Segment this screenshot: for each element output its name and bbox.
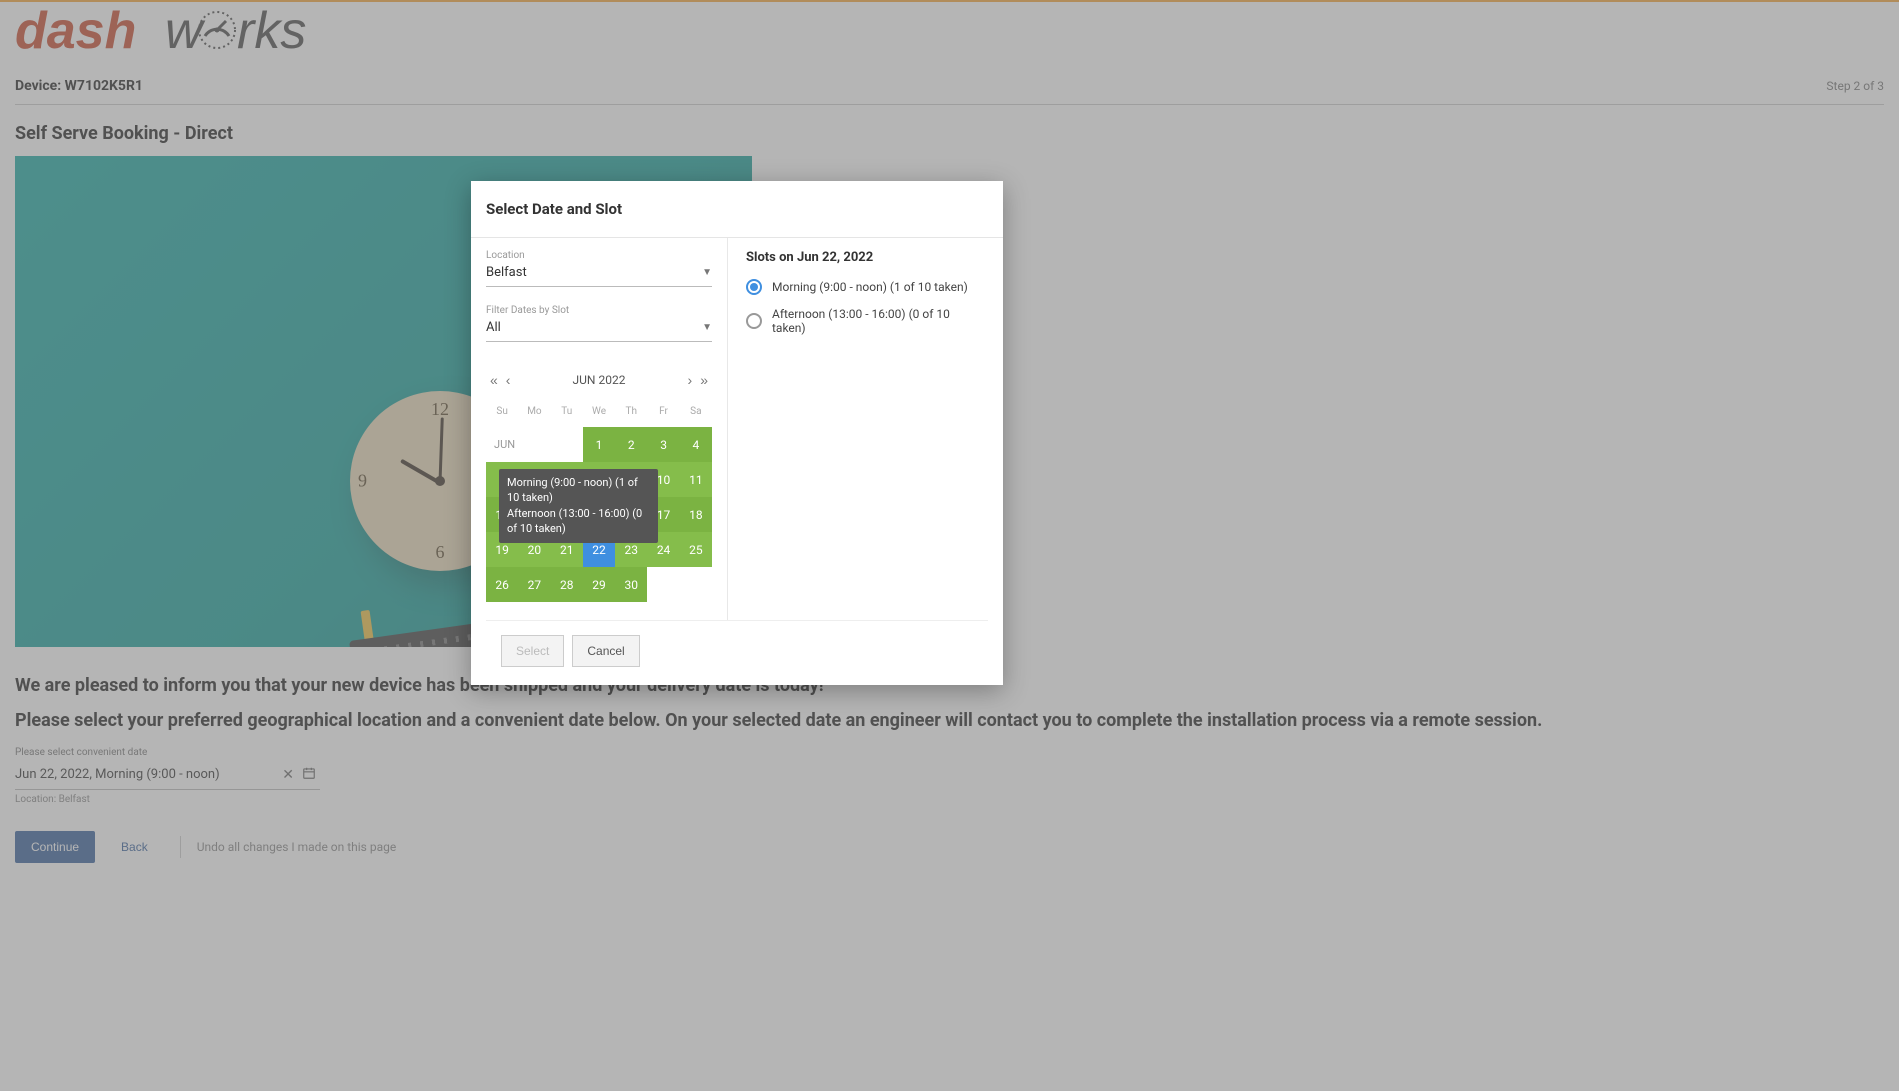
radio-icon (746, 313, 762, 329)
chevron-down-icon: ▼ (702, 267, 712, 278)
select-button[interactable]: Select (501, 635, 564, 667)
calendar-dow: Th (615, 402, 647, 427)
chevron-down-icon: ▼ (702, 322, 712, 333)
calendar-dow: Mo (518, 402, 550, 427)
modal-title: Select Date and Slot (471, 181, 1003, 238)
calendar-dow: Fr (647, 402, 679, 427)
calendar-day[interactable]: 29 (583, 567, 615, 602)
calendar-dow: We (583, 402, 615, 427)
calendar-month: JUN 2022 (514, 373, 683, 387)
calendar-day[interactable]: 4 (680, 427, 712, 462)
next-year-button[interactable]: » (696, 368, 712, 392)
calendar-dow: Su (486, 402, 518, 427)
day-tooltip: Morning (9:00 - noon) (1 of 10 taken) Af… (499, 469, 658, 543)
filter-label: Filter Dates by Slot (486, 305, 712, 316)
prev-year-button[interactable]: « (486, 368, 502, 392)
calendar-day[interactable]: 11 (680, 462, 712, 497)
radio-icon (746, 279, 762, 295)
calendar-day[interactable]: 26 (486, 567, 518, 602)
calendar-day[interactable]: 28 (551, 567, 583, 602)
slot-morning[interactable]: Morning (9:00 - noon) (1 of 10 taken) (746, 279, 985, 295)
date-slot-modal: Select Date and Slot Location Belfast ▼ … (471, 181, 1003, 685)
location-label: Location (486, 250, 712, 261)
calendar-month-short: JUN (486, 427, 583, 462)
slot-afternoon[interactable]: Afternoon (13:00 - 16:00) (0 of 10 taken… (746, 307, 985, 335)
calendar-day[interactable]: 25 (680, 532, 712, 567)
calendar-day[interactable]: 3 (647, 427, 679, 462)
next-month-button[interactable]: › (684, 368, 697, 392)
filter-select[interactable]: All ▼ (486, 316, 712, 342)
calendar-day[interactable]: 27 (518, 567, 550, 602)
cancel-button[interactable]: Cancel (572, 635, 639, 667)
calendar-day[interactable]: 2 (615, 427, 647, 462)
slots-title: Slots on Jun 22, 2022 (746, 250, 985, 265)
calendar-day[interactable]: 18 (680, 497, 712, 532)
prev-month-button[interactable]: ‹ (502, 368, 515, 392)
calendar-day[interactable]: 1 (583, 427, 615, 462)
calendar-day[interactable]: 30 (615, 567, 647, 602)
calendar-dow: Sa (680, 402, 712, 427)
location-select[interactable]: Belfast ▼ (486, 261, 712, 287)
calendar-dow: Tu (551, 402, 583, 427)
